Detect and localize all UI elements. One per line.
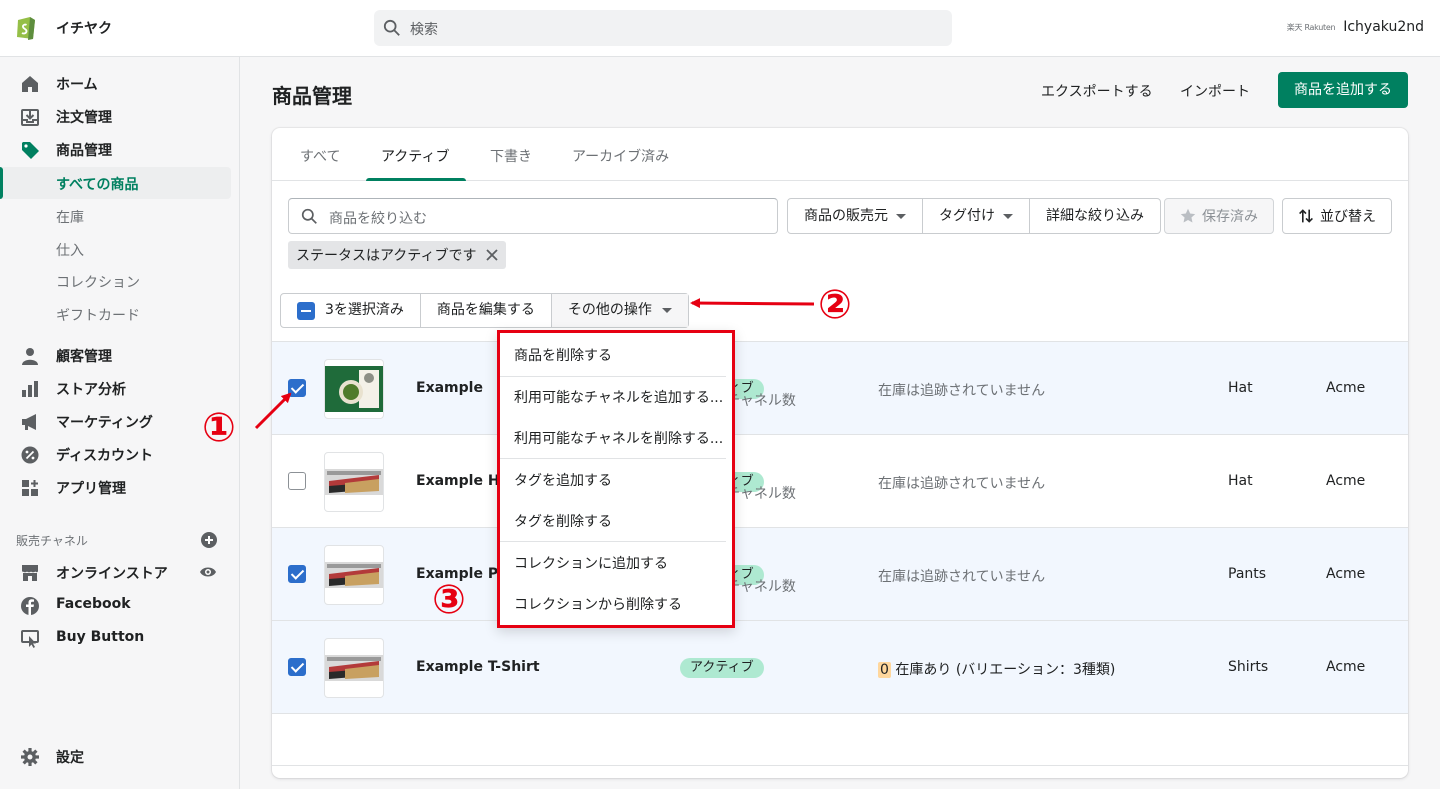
annotation-arrows [254, 298, 815, 430]
annotation-number-2: ② [818, 282, 852, 328]
arrow-to-more-actions [690, 298, 815, 309]
annotation-number-3: ③ [432, 577, 466, 623]
arrow-to-checkbox [254, 392, 292, 430]
annotation-number-1: ① [202, 405, 236, 451]
